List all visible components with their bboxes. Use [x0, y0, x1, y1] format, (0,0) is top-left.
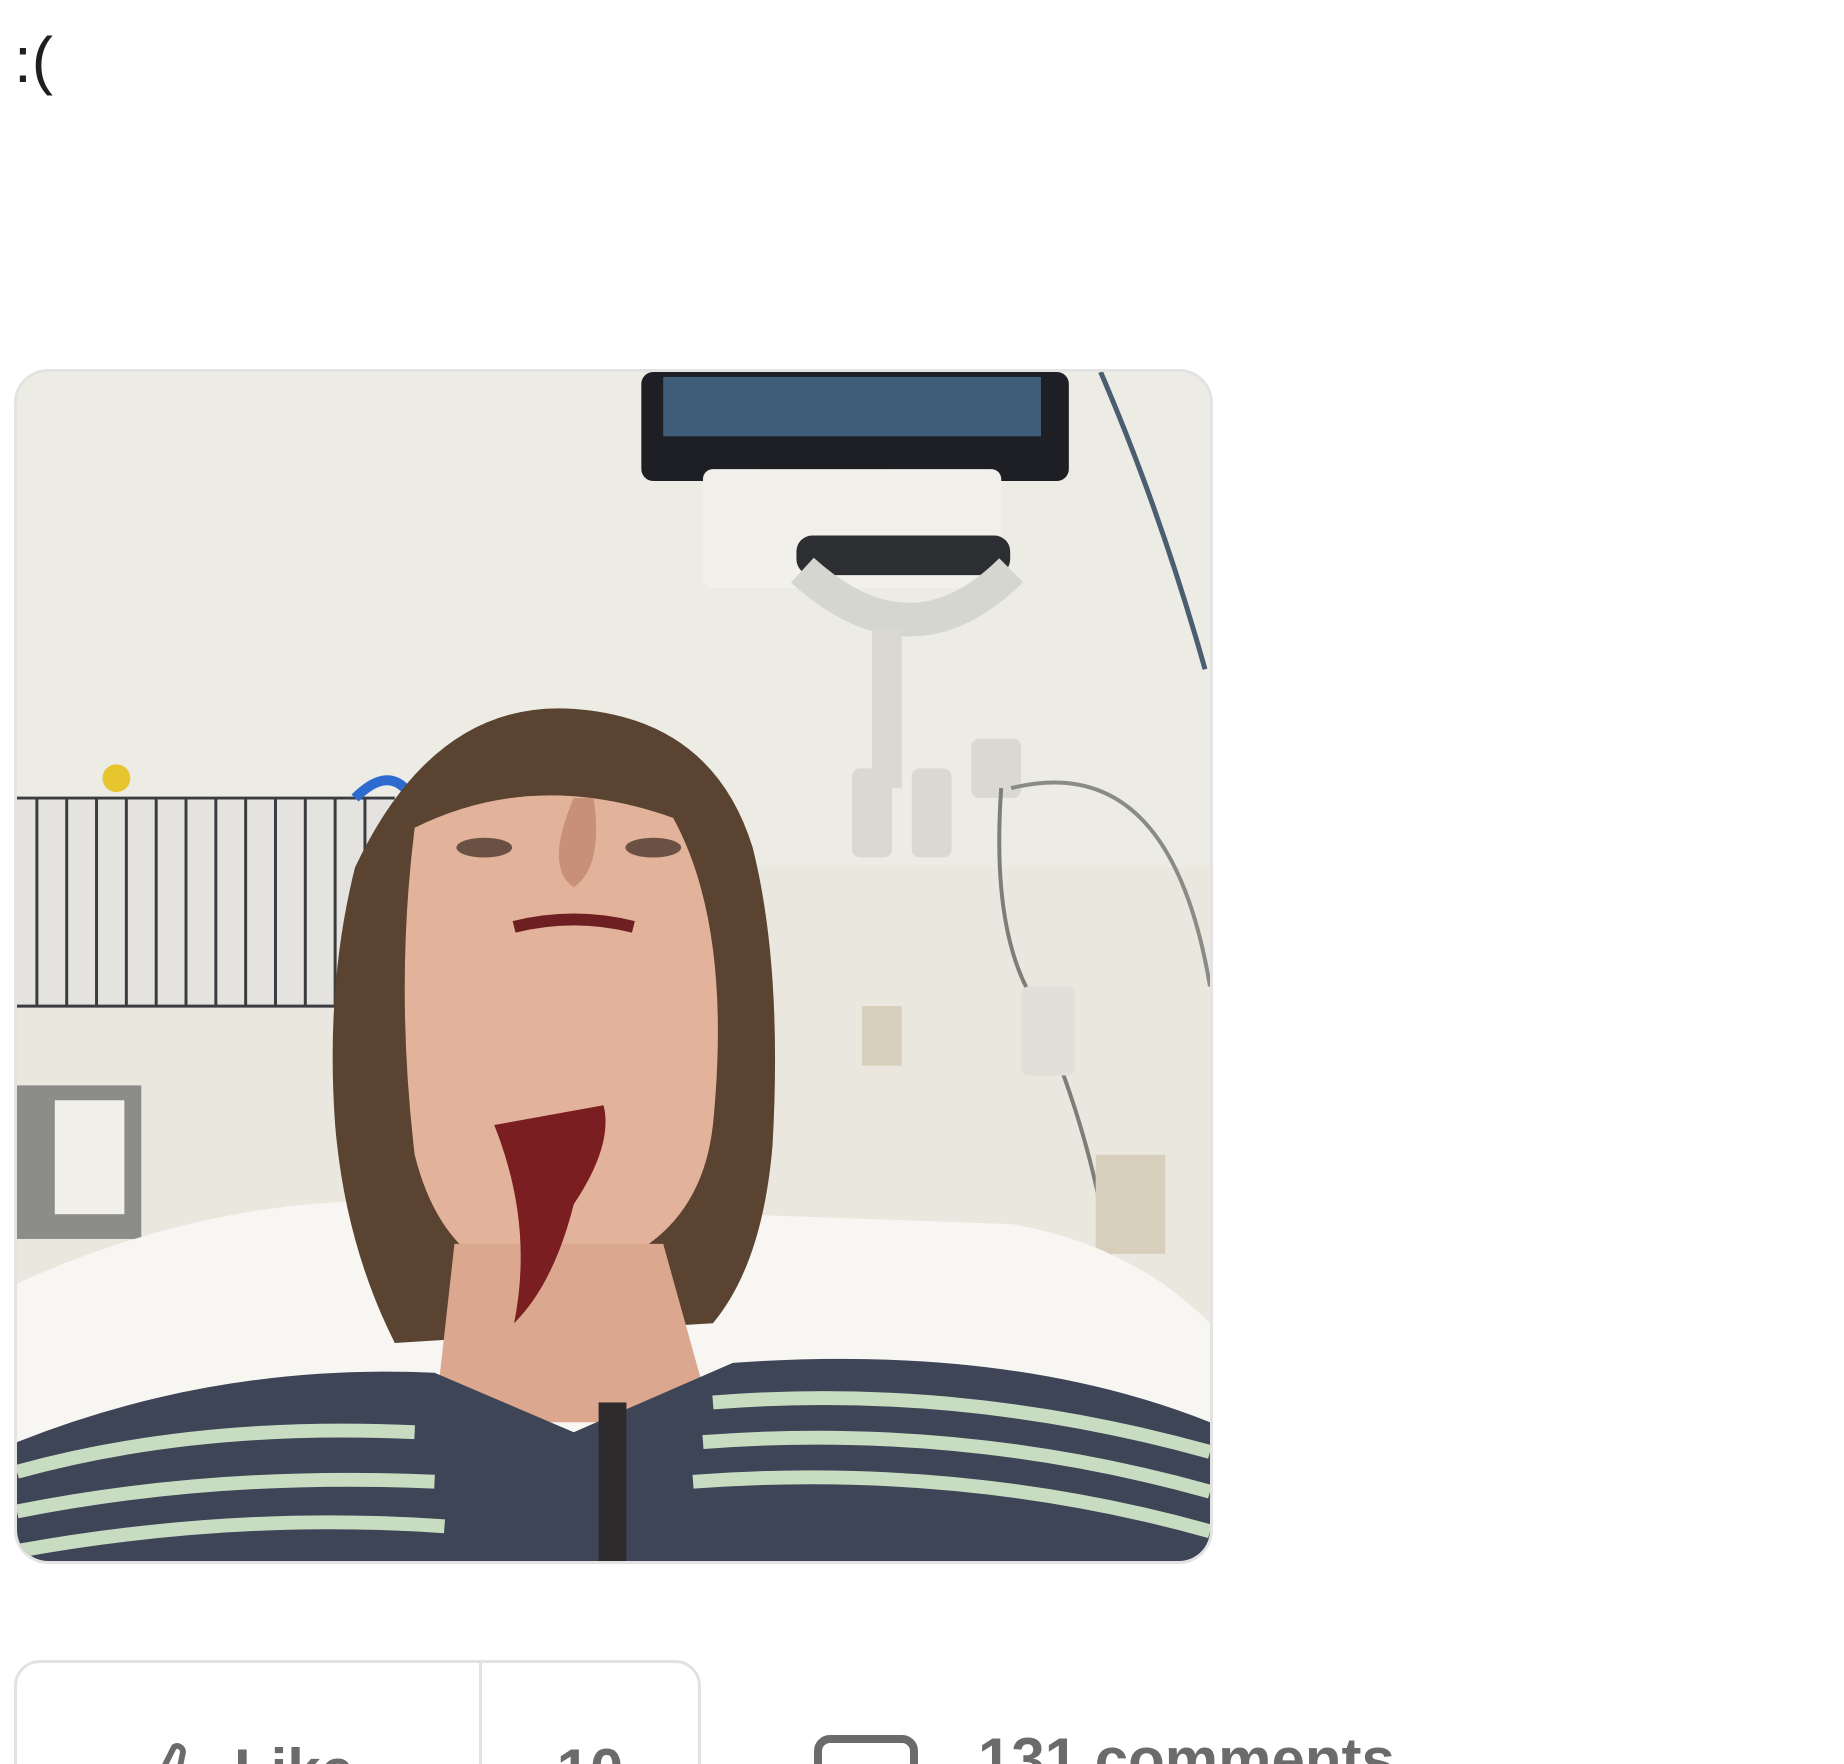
post-card: :(131 comments [0, 0, 1844, 1764]
post-text: :( [14, 24, 54, 96]
post-actions: Like 10 131 comments [14, 1660, 1844, 1764]
comment-bubble-icon [814, 1730, 918, 1764]
comments-button[interactable]: 131 comments [814, 1730, 1395, 1764]
photo-illustration [17, 372, 1210, 1561]
post-image[interactable] [14, 369, 1213, 1564]
thumbs-up-icon [142, 1741, 212, 1764]
like-button[interactable]: Like [17, 1663, 482, 1764]
like-count[interactable]: 10 [482, 1663, 698, 1764]
like-button-group: Like 10 [14, 1660, 701, 1764]
comments-label: 131 comments [978, 1726, 1395, 1764]
like-count-value: 10 [557, 1741, 624, 1764]
like-label: Like [234, 1741, 354, 1764]
